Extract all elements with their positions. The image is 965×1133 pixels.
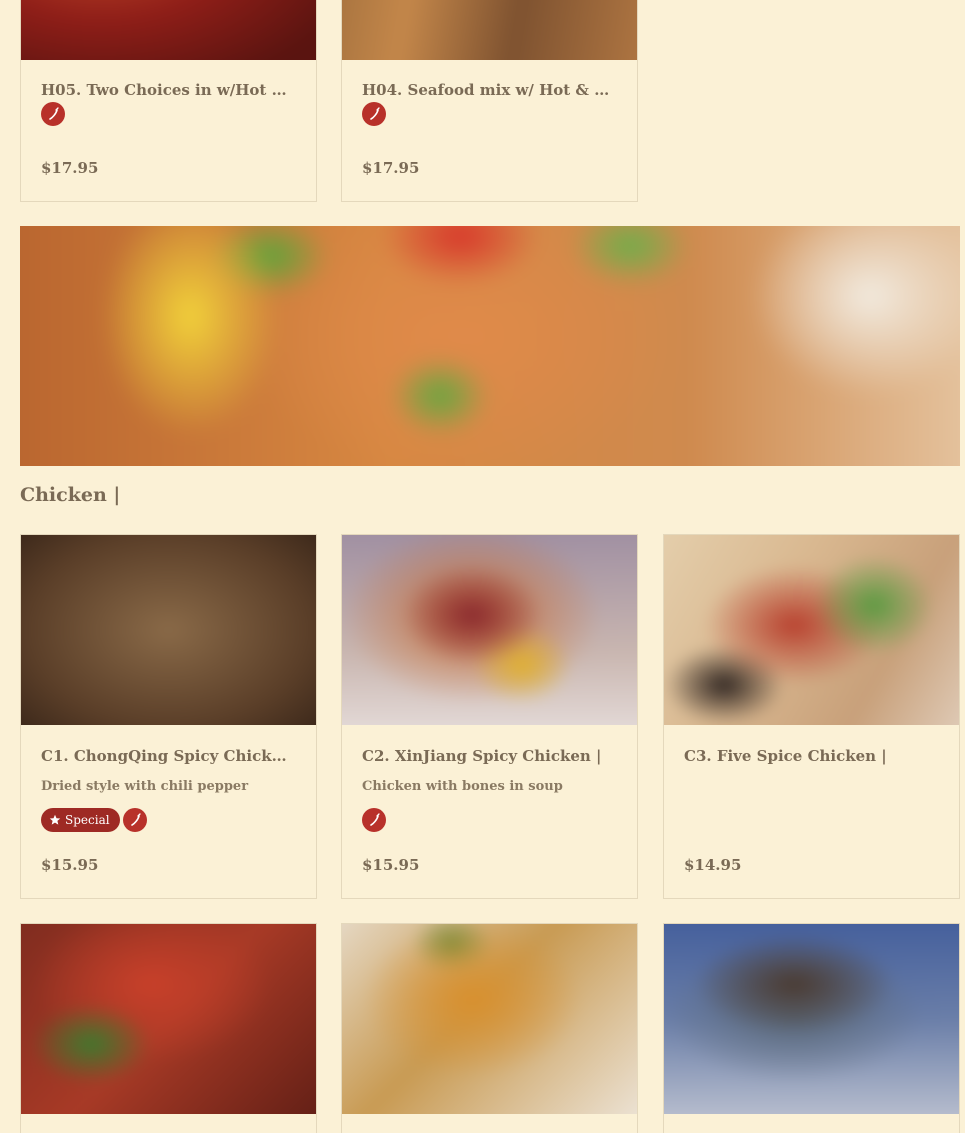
menu-item-card-c1[interactable]: C1. ChongQing Spicy Chicken | Dried styl… (20, 534, 317, 899)
menu-item-card[interactable] (663, 923, 960, 1133)
chili-pepper-icon (122, 808, 147, 832)
food-image (664, 535, 959, 725)
item-name: H04. Seafood mix w/ Hot & Spicy Sauce (362, 81, 617, 99)
menu-item-card-h04[interactable]: H04. Seafood mix w/ Hot & Spicy Sauce $1… (341, 0, 638, 202)
item-price: $17.95 (41, 159, 99, 177)
food-image (342, 924, 637, 1114)
item-name: H05. Two Choices in w/Hot & Spicy Sauce (41, 81, 296, 99)
section-banner-image (20, 226, 960, 466)
item-badges (41, 102, 65, 126)
item-description: Dried style with chili pepper (41, 779, 249, 794)
chili-pepper-icon (41, 102, 65, 126)
item-name: C1. ChongQing Spicy Chicken | (41, 747, 296, 765)
item-name: C2. XinJiang Spicy Chicken | (362, 747, 602, 765)
menu-item-card-h05[interactable]: H05. Two Choices in w/Hot & Spicy Sauce … (20, 0, 317, 202)
chili-pepper-icon (362, 808, 386, 832)
item-price: $15.95 (41, 856, 99, 874)
menu-item-card-c3[interactable]: C3. Five Spice Chicken | $14.95 (663, 534, 960, 899)
food-image (21, 535, 316, 725)
star-icon (49, 814, 61, 825)
item-price: $15.95 (362, 856, 420, 874)
item-price: $14.95 (684, 856, 742, 874)
food-image (342, 535, 637, 725)
food-image (342, 0, 637, 60)
special-badge: Special (41, 808, 120, 832)
item-description: Chicken with bones in soup (362, 779, 563, 794)
food-image (21, 0, 316, 60)
food-image (664, 924, 959, 1114)
item-price: $17.95 (362, 159, 420, 177)
item-badges: Special (41, 808, 147, 832)
food-image (21, 924, 316, 1114)
menu-item-card[interactable] (20, 923, 317, 1133)
section-title: Chicken | (20, 484, 121, 506)
item-badges (362, 808, 386, 832)
item-name: C3. Five Spice Chicken | (684, 747, 887, 765)
chili-pepper-icon (362, 102, 386, 126)
menu-item-card-c2[interactable]: C2. XinJiang Spicy Chicken | Chicken wit… (341, 534, 638, 899)
item-badges (362, 102, 386, 126)
menu-item-card[interactable] (341, 923, 638, 1133)
